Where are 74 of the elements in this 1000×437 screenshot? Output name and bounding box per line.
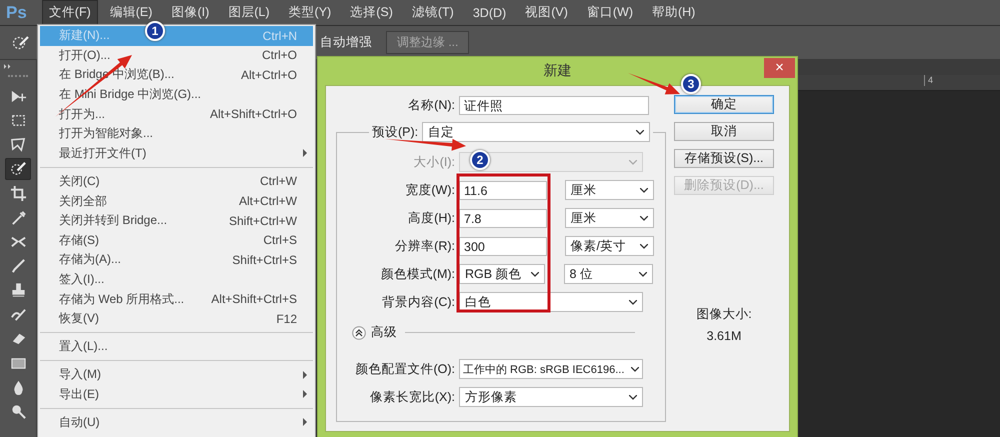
field-label: 背景内容(C):: [382, 294, 455, 310]
color-mode-dropdown[interactable]: RGB 颜色: [459, 264, 545, 284]
field-label: 高度(H):: [408, 210, 455, 226]
quick-select-tool-icon[interactable]: [5, 158, 31, 180]
dialog-button[interactable]: 确定: [674, 95, 774, 114]
profile-dropdown[interactable]: 方形像素: [459, 387, 643, 407]
menu-item[interactable]: 图层(L): [221, 0, 277, 25]
menu-entry[interactable]: 导出(E): [40, 384, 313, 404]
menu-entry[interactable]: 关闭全部 Alt+Ctrl+W: [40, 191, 313, 211]
field-label: 分辨率(R):: [395, 238, 455, 254]
chevron-down-icon: [629, 394, 637, 400]
chevron-down-icon: [631, 366, 639, 372]
collapse-icon[interactable]: [4, 64, 12, 69]
menu-entry[interactable]: 关闭(C) Ctrl+W: [40, 172, 313, 192]
chevron-down-icon: [636, 130, 644, 134]
field-label: 名称(N):: [408, 96, 455, 114]
ruler-label: 4: [924, 75, 933, 86]
value-field[interactable]: 300: [459, 236, 547, 256]
menu-entry[interactable]: 导入(M): [40, 364, 313, 385]
menu-item[interactable]: 窗口(W): [580, 0, 640, 25]
menu-entry[interactable]: 最近打开文件(T): [40, 144, 313, 164]
value-field[interactable]: 7.8: [459, 208, 547, 228]
menu-item[interactable]: 选择(S): [343, 0, 400, 25]
menu-entry[interactable]: 置入(L)...: [40, 336, 313, 356]
menu-entry[interactable]: 打开为... Alt+Shift+Ctrl+O: [40, 104, 313, 124]
unit-dropdown[interactable]: 厘米: [564, 180, 654, 200]
chevron-down-icon: [640, 188, 648, 192]
dialog-button[interactable]: 存储预设(S)...: [674, 149, 774, 168]
menu-item[interactable]: 类型(Y): [282, 0, 338, 25]
name-field[interactable]: 证件照: [459, 96, 649, 114]
menu-item[interactable]: 帮助(H): [644, 0, 702, 25]
menu-entry[interactable]: 存储(S) Ctrl+S: [40, 230, 313, 250]
chevron-down-icon: [640, 216, 648, 220]
menu-entry[interactable]: 自动(U): [40, 412, 313, 432]
app-logo: Ps: [6, 2, 27, 22]
image-size-label: 图像大小:: [696, 306, 752, 323]
chevron-down-icon: [640, 244, 648, 248]
field-label: 颜色模式(M):: [380, 266, 455, 282]
chevron-down-icon: [531, 272, 539, 276]
chevron-down-icon: [629, 160, 637, 164]
field-label: 颜色配置文件(O):: [355, 360, 455, 378]
quick-selection-icon[interactable]: [12, 34, 30, 50]
menu-entry[interactable]: 存储为(A)... Shift+Ctrl+S: [40, 250, 313, 270]
menu-item[interactable]: 视图(V): [518, 0, 575, 25]
menu-item[interactable]: 图像(I): [164, 0, 216, 25]
menu-entry[interactable]: 关闭并转到 Bridge... Shift+Ctrl+W: [40, 210, 313, 230]
auto-enhance-label: 自动增强: [320, 34, 372, 51]
chevron-down-icon: [638, 272, 646, 276]
bit-depth-dropdown[interactable]: 8 位: [564, 264, 652, 284]
menu-item[interactable]: 3D(D): [466, 2, 514, 24]
unit-dropdown[interactable]: 厘米: [564, 208, 654, 228]
field-label: 大小(I):: [414, 154, 455, 170]
value-field[interactable]: 11.6: [459, 180, 547, 200]
menu-entry[interactable]: 打开为智能对象...: [40, 124, 313, 144]
pointer-arrow: [628, 73, 680, 94]
advanced-toggle[interactable]: 高级: [352, 324, 397, 341]
field-label: 宽度(W):: [405, 182, 455, 198]
menu-entry[interactable]: 打开(O)... Ctrl+O: [40, 46, 313, 66]
chevron-down-icon: [629, 300, 637, 304]
dialog-button[interactable]: 取消: [674, 122, 774, 141]
menu-entry[interactable]: 签入(I)...: [40, 270, 313, 290]
profile-dropdown[interactable]: 工作中的 RGB: sRGB IEC6196...: [459, 359, 643, 379]
menu-item[interactable]: 文件(F): [42, 0, 98, 25]
preset-dropdown[interactable]: 自定: [422, 122, 650, 142]
menu-item[interactable]: 滤镜(T): [404, 0, 461, 25]
unit-dropdown[interactable]: 像素/英寸: [564, 236, 654, 256]
menu-entry[interactable]: 恢复(V) F12: [40, 308, 313, 328]
field-label: 预设(P):: [372, 124, 418, 140]
background-dropdown[interactable]: 白色: [459, 292, 643, 312]
menu-entry[interactable]: 存储为 Web 所用格式... Alt+Shift+Ctrl+S: [40, 289, 313, 309]
close-button[interactable]: ×: [764, 58, 795, 78]
field-label: 像素长宽比(X):: [370, 388, 455, 406]
image-size-value: 3.61M: [706, 329, 742, 343]
dialog-title: 新建: [544, 62, 572, 80]
